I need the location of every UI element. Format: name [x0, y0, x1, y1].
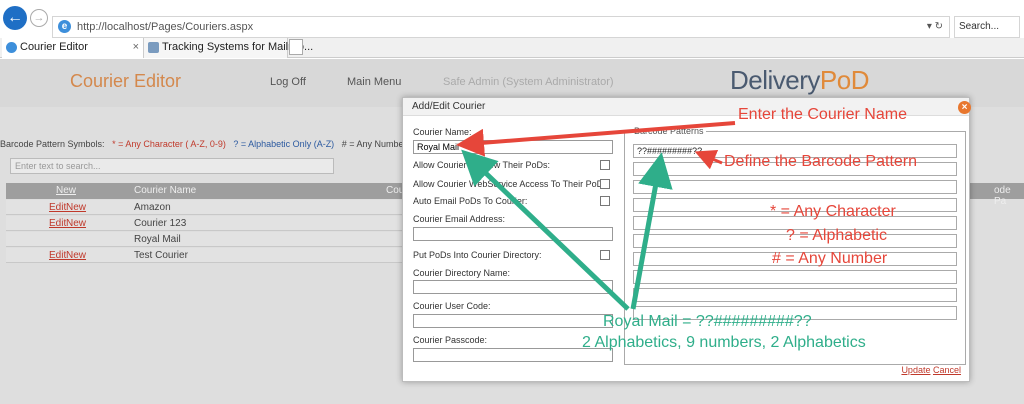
barcode-pattern-input[interactable]: [633, 288, 957, 302]
barcode-pattern-input[interactable]: [633, 270, 957, 284]
dialog-actions: Update Cancel: [901, 365, 961, 375]
ie-icon: e: [58, 20, 71, 33]
edit-link[interactable]: Edit: [49, 218, 66, 229]
barcode-pattern-input[interactable]: [633, 180, 957, 194]
courier-name-cell: Amazon: [134, 202, 171, 213]
allow-view-label: Allow Courier To View Their PoDs:: [413, 160, 551, 170]
nav-log-off[interactable]: Log Off: [270, 76, 306, 88]
courier-name-cell: Courier 123: [134, 218, 187, 229]
auto-email-checkbox[interactable]: [600, 196, 610, 206]
forward-arrow-icon[interactable]: →: [30, 9, 48, 27]
url-field[interactable]: e http://localhost/Pages/Couriers.aspx ▾…: [52, 16, 950, 38]
address-bar: ← → e http://localhost/Pages/Couriers.as…: [0, 0, 1024, 38]
table-row: Edit New Courier 123: [6, 216, 406, 231]
courier-name-cell: Test Courier: [134, 250, 188, 261]
barcode-patterns-legend: Barcode Patterns: [632, 126, 706, 136]
user-code-label: Courier User Code:: [413, 301, 491, 311]
search-input[interactable]: Enter text to search...: [10, 158, 334, 174]
user-code-input[interactable]: [413, 314, 613, 328]
courier-name-input[interactable]: Royal Mail: [413, 140, 613, 154]
new-tab-button[interactable]: [289, 39, 303, 55]
put-directory-checkbox[interactable]: [600, 250, 610, 260]
allow-webservice-label: Allow Courier WebService Access To Their…: [413, 179, 611, 189]
allow-webservice-checkbox[interactable]: [600, 179, 610, 189]
update-button[interactable]: Update: [901, 365, 930, 375]
grid-header-col4[interactable]: ode Pa: [994, 185, 1024, 207]
annotation-explanation: 2 Alphabetics, 9 numbers, 2 Alphabetics: [582, 334, 866, 351]
put-directory-label: Put PoDs Into Courier Directory:: [413, 250, 542, 260]
annotation-define-pattern: Define the Barcode Pattern: [724, 153, 918, 170]
url-text: http://localhost/Pages/Couriers.aspx: [77, 21, 254, 33]
courier-name-label: Courier Name:: [413, 127, 472, 137]
annotation-question: ? = Alphabetic: [786, 227, 887, 244]
tab-tracking-systems[interactable]: Tracking Systems for Mailroo...: [144, 38, 313, 58]
ie-icon: [6, 42, 17, 53]
deliverypod-logo: DeliveryPoD: [730, 65, 870, 95]
email-label: Courier Email Address:: [413, 214, 506, 224]
allow-view-checkbox[interactable]: [600, 160, 610, 170]
grid-header-name[interactable]: Courier Name: [134, 185, 196, 196]
directory-name-input[interactable]: [413, 280, 613, 294]
new-link[interactable]: New: [66, 202, 86, 213]
tab-courier-editor[interactable]: Courier Editor ×: [2, 38, 144, 58]
close-icon[interactable]: ×: [958, 101, 971, 114]
refresh-icon[interactable]: ▾ ↻: [927, 21, 943, 32]
back-arrow-icon[interactable]: ←: [3, 6, 27, 30]
annotation-hash: # = Any Number: [772, 250, 888, 267]
annotation-royal-mail: Royal Mail = ??#########??: [603, 313, 812, 330]
table-row: Edit New Test Courier: [6, 248, 406, 263]
auto-email-label: Auto Email PoDs To Courier:: [413, 196, 528, 206]
new-link[interactable]: New: [66, 218, 86, 229]
annotation-enter-name: Enter the Courier Name: [738, 106, 907, 123]
email-input[interactable]: [413, 227, 613, 241]
tab-label: Courier Editor: [20, 41, 88, 53]
courier-name-cell: Royal Mail: [134, 234, 181, 245]
directory-name-label: Courier Directory Name:: [413, 268, 511, 278]
nav-user: Safe Admin (System Administrator): [443, 76, 614, 88]
passcode-label: Courier Passcode:: [413, 335, 488, 345]
cancel-button[interactable]: Cancel: [933, 365, 961, 375]
annotation-star: * = Any Character: [770, 203, 896, 220]
edit-link[interactable]: Edit: [49, 250, 66, 261]
page-icon: [148, 42, 159, 53]
nav-main-menu[interactable]: Main Menu: [347, 76, 401, 88]
table-row: Edit New Amazon: [6, 200, 406, 215]
browser-search-input[interactable]: Search...: [954, 16, 1020, 38]
close-icon[interactable]: ×: [133, 41, 139, 53]
table-row: Royal Mail: [6, 232, 406, 247]
edit-link[interactable]: Edit: [49, 202, 66, 213]
pattern-legend: Barcode Pattern Symbols: * = Any Charact…: [0, 139, 407, 149]
grid-header-new[interactable]: New: [56, 185, 76, 196]
page-title: Courier Editor: [70, 71, 182, 91]
tab-bar: Courier Editor × Tracking Systems for Ma…: [0, 38, 1024, 58]
new-link[interactable]: New: [66, 250, 86, 261]
